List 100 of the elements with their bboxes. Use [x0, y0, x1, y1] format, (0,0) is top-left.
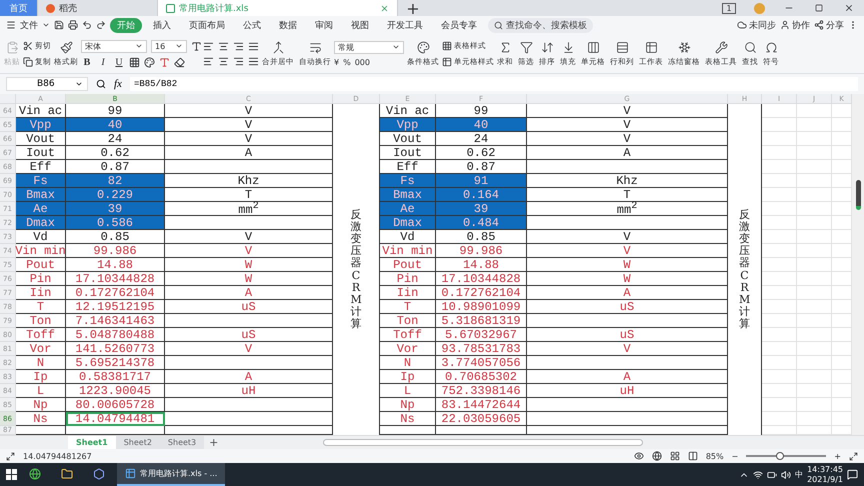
sheet-tab[interactable]: Sheet3	[160, 436, 204, 449]
table-cell[interactable]: 0.229	[66, 188, 165, 202]
table-cell[interactable]: 39	[436, 202, 527, 216]
table-cell[interactable]: Vd	[380, 230, 436, 244]
sheet-tab[interactable]: Sheet2	[116, 436, 160, 449]
function-button[interactable]: fx	[114, 78, 122, 90]
table-cell[interactable]: 1223.90045	[66, 384, 165, 398]
table-cell[interactable]: A	[165, 146, 333, 160]
table-cell[interactable]: 14.04794481	[66, 412, 165, 426]
table-cell[interactable]: Iin	[380, 286, 436, 300]
table-cell[interactable]	[527, 356, 728, 370]
restore-icon[interactable]	[815, 4, 823, 12]
table-cell[interactable]: 99	[436, 104, 527, 118]
table-cell[interactable]: 5.048780488	[66, 328, 165, 342]
table-cell[interactable]: mm$^{2}$	[165, 202, 333, 216]
collaborate-button[interactable]: 协作	[780, 18, 810, 32]
font-color-icon[interactable]	[159, 56, 170, 68]
table-cell[interactable]	[66, 426, 165, 435]
avatar-icon[interactable]	[754, 2, 764, 14]
table-cell[interactable]: uS	[165, 300, 333, 314]
table-cell[interactable]: Ns	[16, 412, 66, 426]
table-cell[interactable]: A	[527, 146, 728, 160]
table-cell[interactable]: 40	[66, 118, 165, 132]
formula-field[interactable]: =B85/B82	[130, 77, 858, 91]
table-cell[interactable]	[436, 426, 527, 435]
indent-icon[interactable]	[248, 40, 259, 52]
hexagon-app-icon[interactable]	[93, 468, 105, 480]
table-cell[interactable]: Ip	[380, 370, 436, 384]
horizontal-scrollbar[interactable]	[323, 439, 644, 446]
window-count-badge[interactable]: 1	[722, 2, 736, 14]
battery-icon[interactable]	[767, 470, 778, 480]
table-cell[interactable]	[527, 314, 728, 328]
fullscreen-icon[interactable]	[849, 452, 858, 460]
table-cell[interactable]: 0.87	[66, 160, 165, 174]
table-cell[interactable]: Pin	[380, 272, 436, 286]
table-cell[interactable]: Vin ac	[16, 104, 66, 118]
table-cell[interactable]: 0.62	[66, 146, 165, 160]
table-cell[interactable]: 17.10344828	[436, 272, 527, 286]
table-cell[interactable]	[527, 412, 728, 426]
table-cell[interactable]: V	[165, 244, 333, 258]
table-cell[interactable]: W	[527, 258, 728, 272]
menu-tab[interactable]: 会员专享	[434, 18, 484, 32]
table-cell[interactable]: Vin ac	[380, 104, 436, 118]
table-cell[interactable]: V	[527, 132, 728, 146]
number-format-button[interactable]: ¥	[334, 58, 340, 66]
table-cell[interactable]: Ns	[380, 412, 436, 426]
table-cell[interactable]: 24	[436, 132, 527, 146]
align-left-icon[interactable]	[203, 56, 214, 66]
format-button[interactable]: B	[81, 56, 93, 68]
table-cell[interactable]: 14.88	[436, 258, 527, 272]
table-cell[interactable]: 0.85	[436, 230, 527, 244]
table-cell[interactable]: T	[380, 300, 436, 314]
save-icon[interactable]	[54, 20, 64, 30]
menu-tab[interactable]: 公式	[236, 18, 268, 32]
align-top-icon[interactable]	[203, 40, 214, 52]
folder-icon[interactable]	[61, 468, 73, 480]
wifi-icon[interactable]	[753, 470, 764, 480]
printer-icon[interactable]	[68, 20, 78, 30]
add-sheet-button[interactable]: +	[204, 436, 224, 449]
table-cell[interactable]: V	[165, 104, 333, 118]
table-cell[interactable]: Dmax	[16, 216, 66, 230]
table-cell[interactable]: 5.67032967	[436, 328, 527, 342]
table-cell[interactable]: 40	[436, 118, 527, 132]
table-cell[interactable]	[165, 426, 333, 435]
table-cell[interactable]: 0.164	[436, 188, 527, 202]
table-cell[interactable]: 99.986	[66, 244, 165, 258]
table-cell[interactable]: Vout	[380, 132, 436, 146]
table-cell[interactable]: N	[16, 356, 66, 370]
table-cell[interactable]: L	[380, 384, 436, 398]
table-cell[interactable]: 0.172762104	[436, 286, 527, 300]
eye-icon[interactable]	[634, 451, 644, 461]
search-field[interactable]: 查找命令、搜索模板	[488, 18, 593, 32]
table-cell[interactable]: 0.484	[436, 216, 527, 230]
table-cell[interactable]: Eff	[16, 160, 66, 174]
tab[interactable]: 首页	[0, 0, 38, 16]
notification-icon[interactable]	[847, 469, 858, 480]
page-view-icon[interactable]	[688, 451, 698, 461]
align-middle-icon[interactable]	[218, 40, 229, 52]
table-cell[interactable]: 752.3398146	[436, 384, 527, 398]
table-cell[interactable]: 99	[66, 104, 165, 118]
table-cell[interactable]: W	[165, 272, 333, 286]
zoom-in-button[interactable]: +	[834, 452, 841, 460]
table-cell[interactable]: 93.78531783	[436, 342, 527, 356]
table-cell[interactable]	[165, 216, 333, 230]
table-cell[interactable]: Ae	[380, 202, 436, 216]
table-cell[interactable]: W	[527, 272, 728, 286]
table-cell[interactable]: A	[165, 370, 333, 384]
table-cell[interactable]: Vin min	[380, 244, 436, 258]
tab[interactable]: 常用电路计算.xls	[158, 0, 398, 16]
table-cell[interactable]: 0.85	[66, 230, 165, 244]
menu-tab[interactable]: 视图	[344, 18, 376, 32]
clock-time[interactable]: 14:37:45	[807, 464, 843, 474]
table-cell[interactable]: Dmax	[380, 216, 436, 230]
table-cell[interactable]: 39	[66, 202, 165, 216]
zoom-out-button[interactable]: −	[732, 452, 738, 460]
table-cell[interactable]	[527, 216, 728, 230]
table-cell[interactable]: Ip	[16, 370, 66, 384]
number-format-button[interactable]: 000	[354, 58, 370, 66]
table-cell[interactable]: Pin	[16, 272, 66, 286]
table-cell[interactable]: Iout	[16, 146, 66, 160]
